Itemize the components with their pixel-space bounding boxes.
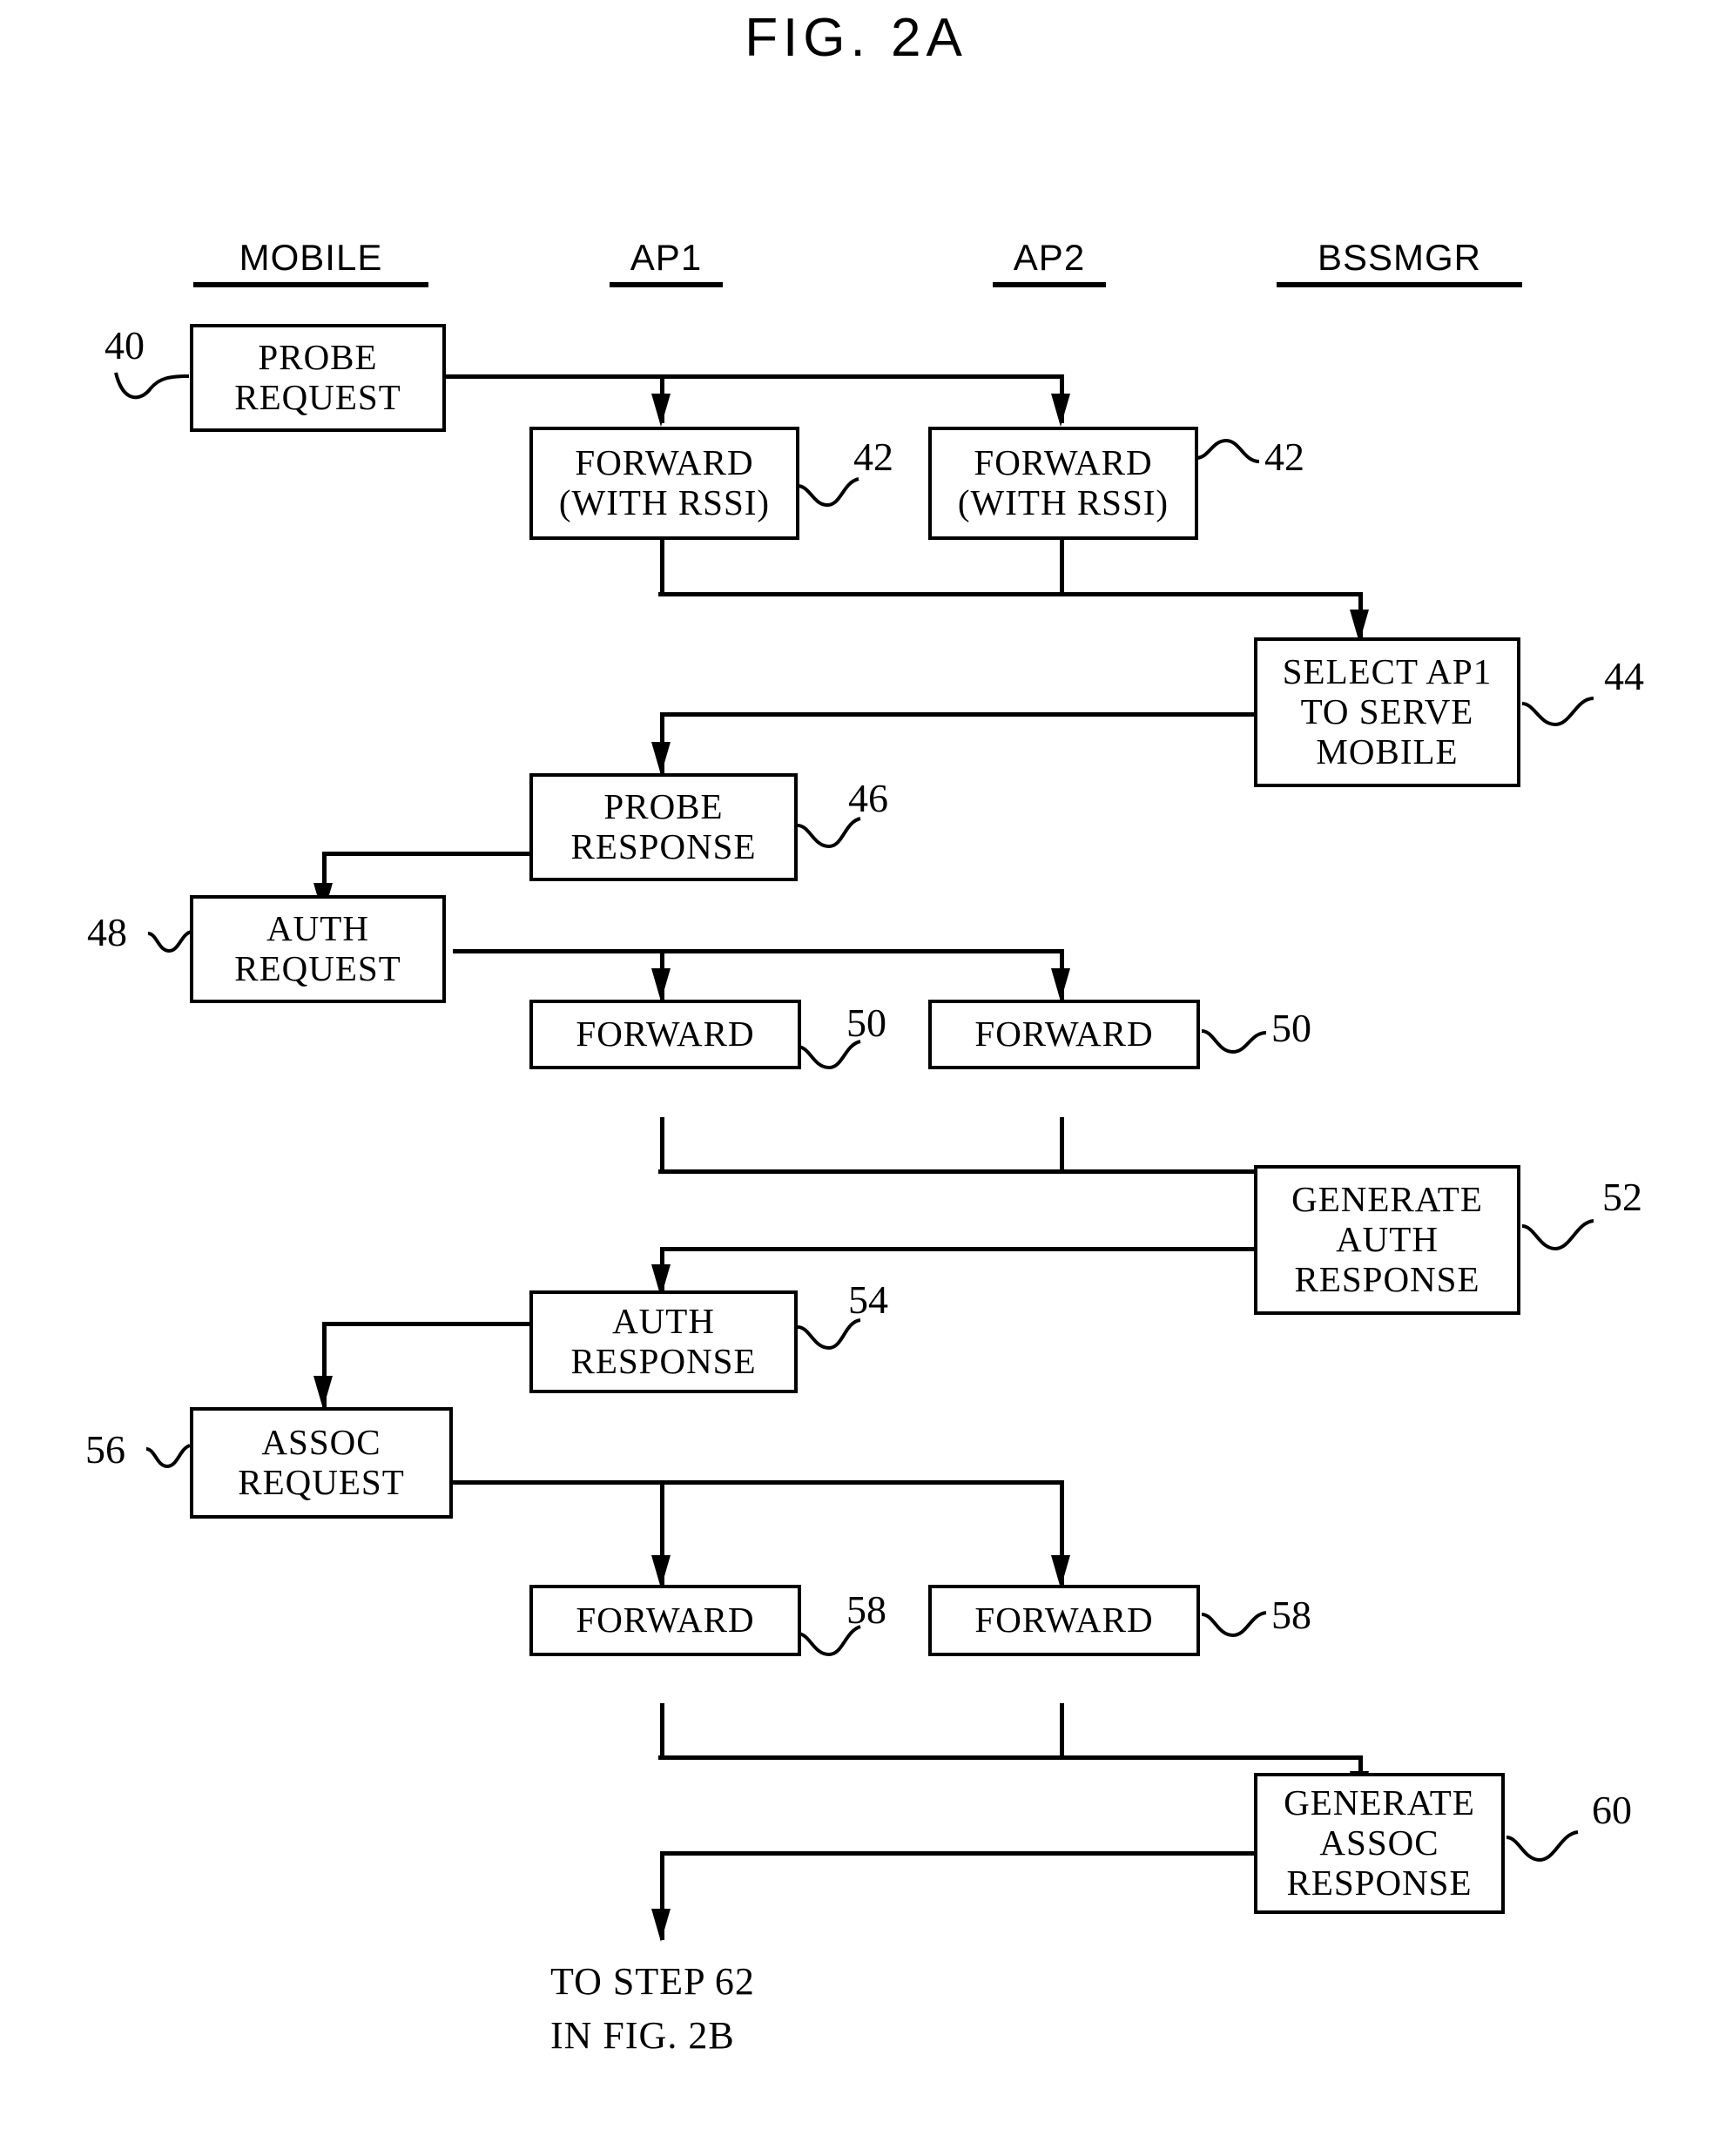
node-auth-response[interactable]: AUTH RESPONSE (529, 1290, 798, 1393)
node-probe-request[interactable]: PROBE REQUEST (190, 324, 446, 432)
connector-forward42-merge-bus (658, 592, 1362, 596)
connector-forward42-ap1-down (660, 540, 664, 594)
connector-forward50-ap1-down (660, 1117, 664, 1171)
ref-numeral-50-ap1: 50 (846, 1001, 886, 1045)
leader-40 (114, 372, 190, 400)
arrow-into-forward58-ap1 (651, 1555, 671, 1588)
arrow-into-forward50-ap1 (651, 968, 671, 1001)
connector-auth-response-to-assoc (322, 1322, 533, 1326)
node-forward-rssi-ap2-line-2: (WITH RSSI) (957, 482, 1169, 522)
node-assoc-request-line-1: ASSOC (261, 1422, 381, 1463)
ref-numeral-54: 54 (848, 1277, 888, 1322)
node-generate-auth-response[interactable]: GENERATE AUTH RESPONSE (1254, 1165, 1520, 1315)
ref-numeral-48: 48 (87, 910, 127, 954)
node-forward-assoc-ap2[interactable]: FORWARD (928, 1585, 1200, 1656)
continuation-note-line-1: TO STEP 62 (550, 1960, 755, 2003)
ref-numeral-50-ap2: 50 (1271, 1006, 1311, 1050)
node-forward-auth-ap2-line-1: FORWARD (974, 1014, 1154, 1054)
column-header-ap1: AP1 (610, 237, 723, 287)
arrow-into-continuation (651, 1909, 671, 1942)
connector-forward50-ap2-down (1060, 1117, 1064, 1171)
column-header-ap2-rule (993, 282, 1106, 287)
node-select-line-3: MOBILE (1316, 731, 1459, 771)
ref-numeral-60: 60 (1592, 1788, 1632, 1832)
node-forward-assoc-ap1[interactable]: FORWARD (529, 1585, 801, 1656)
connector-auth-to-forwards (453, 949, 1064, 953)
connector-forward58-ap1-down (660, 1703, 664, 1757)
node-auth-request[interactable]: AUTH REQUEST (190, 895, 446, 1003)
patent-figure-page: FIG. 2A MOBILE AP1 AP2 BSSMGR PROBE REQU… (0, 0, 1712, 2156)
node-generate-auth-line-1: GENERATE (1291, 1179, 1483, 1220)
node-generate-auth-line-2: AUTH (1336, 1219, 1439, 1260)
ref-numeral-52: 52 (1602, 1175, 1642, 1219)
connector-forward42-ap2-down (1060, 540, 1064, 594)
connector-assoc-to-forwards (453, 1480, 1064, 1485)
connector-forward58-merge-bus (658, 1755, 1362, 1760)
node-forward-assoc-ap2-line-1: FORWARD (974, 1600, 1154, 1641)
node-auth-response-line-2: RESPONSE (570, 1341, 757, 1381)
connector-select-to-probe-response (662, 712, 1258, 717)
node-select-line-2: TO SERVE (1300, 691, 1474, 732)
ref-numeral-42-ap1: 42 (853, 435, 893, 479)
arrow-into-forward58-ap2 (1051, 1555, 1070, 1588)
connector-generate-auth-to-auth-response (662, 1247, 1258, 1251)
column-header-bssmgr: BSSMGR (1277, 237, 1522, 287)
page-title: FIG. 2A (745, 8, 967, 68)
node-generate-assoc-line-1: GENERATE (1284, 1782, 1475, 1823)
leader-52 (1521, 1219, 1594, 1251)
node-select-ap1-to-serve-mobile[interactable]: SELECT AP1 TO SERVE MOBILE (1254, 637, 1520, 787)
node-forward-rssi-ap1[interactable]: FORWARD (WITH RSSI) (529, 427, 799, 540)
arrow-into-forward50-ap2 (1051, 968, 1070, 1001)
column-header-mobile: MOBILE (193, 237, 428, 287)
node-forward-auth-ap2[interactable]: FORWARD (928, 1000, 1200, 1069)
column-header-bssmgr-rule (1277, 282, 1522, 287)
node-generate-assoc-line-3: RESPONSE (1286, 1862, 1473, 1903)
node-auth-response-line-1: AUTH (612, 1301, 715, 1342)
ref-numeral-56: 56 (85, 1427, 125, 1472)
column-header-mobile-rule (193, 282, 428, 287)
arrow-into-probe-response (651, 742, 671, 775)
ref-numeral-40: 40 (104, 323, 145, 367)
node-forward-auth-ap1-line-1: FORWARD (576, 1014, 755, 1054)
column-header-bssmgr-label: BSSMGR (1317, 237, 1482, 278)
column-header-ap2-label: AP2 (1013, 237, 1086, 278)
connector-probe-to-forwards (446, 374, 1064, 379)
arrow-into-forward42-ap1 (651, 394, 671, 427)
continuation-note-line-2: IN FIG. 2B (550, 2014, 735, 2057)
node-probe-response[interactable]: PROBE RESPONSE (529, 773, 798, 881)
ref-numeral-58-ap1: 58 (846, 1587, 886, 1632)
ref-numeral-46: 46 (848, 776, 888, 820)
node-generate-auth-line-3: RESPONSE (1294, 1258, 1480, 1299)
ref-numeral-58-ap2: 58 (1271, 1593, 1311, 1637)
node-probe-response-line-1: PROBE (603, 786, 724, 827)
node-forward-auth-ap1[interactable]: FORWARD (529, 1000, 801, 1069)
node-generate-assoc-line-2: ASSOC (1319, 1822, 1439, 1863)
node-probe-request-line-1: PROBE (258, 337, 378, 378)
node-assoc-request[interactable]: ASSOC REQUEST (190, 1407, 453, 1519)
node-probe-response-line-2: RESPONSE (570, 826, 757, 866)
node-select-line-1: SELECT AP1 (1282, 651, 1493, 692)
connector-probe-response-to-auth (322, 852, 533, 856)
column-header-ap2: AP2 (993, 237, 1106, 287)
node-forward-rssi-ap2[interactable]: FORWARD (WITH RSSI) (928, 427, 1198, 540)
node-auth-request-line-1: AUTH (266, 908, 369, 949)
connector-generate-assoc-to-continuation (662, 1851, 1258, 1856)
node-forward-assoc-ap1-line-1: FORWARD (576, 1600, 755, 1641)
node-generate-assoc-response[interactable]: GENERATE ASSOC RESPONSE (1254, 1773, 1505, 1914)
node-forward-rssi-ap1-line-1: FORWARD (575, 442, 754, 483)
column-header-mobile-label: MOBILE (239, 237, 383, 278)
node-probe-request-line-2: REQUEST (234, 377, 401, 417)
arrow-into-assoc-request (313, 1376, 333, 1409)
node-forward-rssi-ap2-line-1: FORWARD (974, 442, 1153, 483)
column-header-ap1-label: AP1 (630, 237, 703, 278)
ref-numeral-44: 44 (1604, 654, 1644, 698)
connector-forward58-ap2-down (1060, 1703, 1064, 1757)
node-assoc-request-line-2: REQUEST (238, 1462, 405, 1502)
column-header-ap1-rule (610, 282, 723, 287)
arrow-into-forward42-ap2 (1051, 394, 1070, 427)
node-auth-request-line-2: REQUEST (234, 948, 401, 988)
node-forward-rssi-ap1-line-2: (WITH RSSI) (558, 482, 771, 522)
ref-numeral-42-ap2: 42 (1264, 435, 1304, 479)
